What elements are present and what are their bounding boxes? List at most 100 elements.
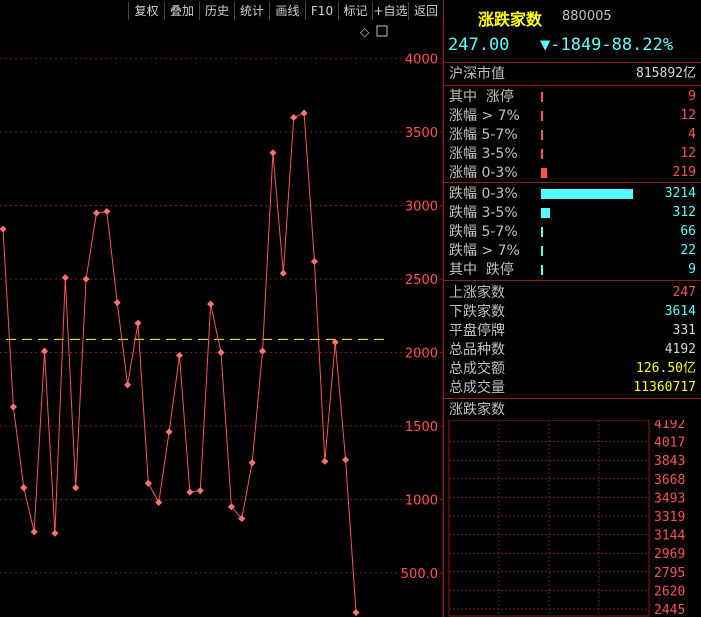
stat-label: 总成交量 [449, 380, 505, 396]
mini-tick-label: 3144 [654, 529, 685, 544]
toolbar: 复权 叠加 历史 统计 画线 F10 标记 +自选 返回 [0, 0, 443, 22]
y-tick-label: 3000 [405, 200, 438, 215]
stat-label: 下跌家数 [449, 304, 505, 320]
row-label: 涨幅 5-7% [449, 127, 518, 143]
data-point [165, 428, 173, 436]
distribution-row: 跌幅 5-7% 66 [444, 223, 701, 241]
data-point [134, 319, 142, 327]
stat-value: 3614 [664, 304, 696, 319]
row-bar [541, 265, 543, 275]
current-price: 247.00 [448, 35, 510, 55]
row-value: 66 [680, 224, 696, 239]
row-label: 跌幅 5-7% [449, 224, 518, 240]
y-tick-label: 4000 [405, 53, 438, 68]
data-point [248, 459, 256, 467]
mini-tick-label: 3319 [654, 510, 685, 525]
data-point [279, 269, 287, 277]
panel-code: 880005 [562, 9, 612, 24]
toolbar-button-3[interactable]: 统计 [234, 2, 269, 20]
data-point [92, 209, 100, 217]
distribution-row: 其中 跌停 9 [444, 261, 701, 279]
market-cap-row: 沪深市值 815892亿 [444, 65, 701, 83]
row-value: 9 [688, 262, 696, 277]
mini-tick-label: 3493 [654, 491, 685, 506]
mini-chart-title: 涨跌家数 [449, 402, 505, 418]
quote-panel: 涨跌家数 880005 247.00 ▼-1849-88.22% 沪深市值 81… [443, 0, 701, 617]
distribution-row: 其中 涨停 9 [444, 88, 701, 106]
distribution-row: 涨幅 3-5% 12 [444, 145, 701, 163]
row-value: 22 [680, 243, 696, 258]
toolbar-button-6[interactable]: 标记 [338, 2, 372, 20]
data-point [310, 257, 319, 266]
distribution-row: 跌幅 > 7% 22 [444, 242, 701, 260]
data-point [321, 457, 329, 465]
data-point [124, 381, 132, 389]
row-value: 9 [688, 89, 696, 104]
row-value: 312 [672, 205, 696, 220]
layout-toggle-icon[interactable] [376, 25, 388, 37]
divider [444, 85, 701, 86]
row-bar [541, 246, 543, 256]
mini-tick-label: 2795 [654, 566, 685, 581]
stat-row: 平盘停牌 331 [444, 322, 701, 340]
row-bar [541, 92, 543, 102]
divider [444, 398, 701, 399]
toolbar-button-1[interactable]: 叠加 [164, 2, 199, 20]
data-point [352, 609, 360, 617]
data-point [342, 456, 350, 464]
y-tick-label: 2000 [405, 347, 438, 362]
stat-label: 平盘停牌 [449, 323, 505, 339]
stat-row: 总成交额 126.50亿 [444, 360, 701, 378]
mini-tick-label: 2969 [654, 547, 685, 562]
y-tick-label: 1500 [405, 420, 438, 435]
distribution-row: 跌幅 3-5% 312 [444, 204, 701, 222]
price-change: ▼-1849-88.22% [540, 35, 674, 55]
stat-row: 总成交量 11360717 [444, 379, 701, 397]
data-point [186, 488, 194, 496]
row-value: 219 [672, 165, 696, 180]
row-value: 12 [680, 146, 696, 161]
row-label: 跌幅 0-3% [449, 186, 518, 202]
row-label: 涨幅 > 7% [449, 108, 520, 124]
data-point [269, 149, 277, 157]
row-label: 跌幅 > 7% [449, 243, 520, 259]
line-chart: ◇ 4000 3500 3000 2500 2000 1500 1000 500.0 [0, 22, 443, 617]
data-point [300, 109, 308, 117]
data-point [61, 274, 69, 282]
panel-title: 涨跌家数 [478, 10, 543, 29]
market-cap-value: 815892亿 [636, 66, 696, 81]
distribution-row: 跌幅 0-3% 3214 [444, 185, 701, 203]
row-bar [541, 208, 550, 218]
data-point [196, 487, 204, 495]
market-cap-label: 沪深市值 [449, 66, 505, 82]
distribution-row: 涨幅 0-3% 219 [444, 164, 701, 182]
data-point [82, 275, 90, 283]
diamond-icon[interactable]: ◇ [360, 25, 370, 39]
divider [444, 62, 701, 63]
toolbar-button-5[interactable]: F10 [305, 2, 338, 20]
stat-row: 总品种数 4192 [444, 341, 701, 359]
row-bar [541, 111, 543, 121]
toolbar-button-8[interactable]: 返回 [408, 2, 443, 20]
row-bar [541, 227, 543, 237]
stat-value: 247 [672, 285, 696, 300]
row-bar [541, 149, 543, 159]
row-value: 12 [680, 108, 696, 123]
row-label: 涨幅 3-5% [449, 146, 518, 162]
toolbar-button-0[interactable]: 复权 [128, 2, 164, 20]
mini-chart-title-row: 涨跌家数 [444, 401, 701, 419]
row-bar [541, 168, 547, 178]
stat-value: 126.50亿 [636, 361, 696, 376]
data-point [103, 207, 111, 216]
stat-label: 上涨家数 [449, 285, 505, 301]
toolbar-button-2[interactable]: 历史 [199, 2, 234, 20]
row-label: 其中 跌停 [449, 262, 514, 278]
row-value: 3214 [664, 186, 696, 201]
data-point [144, 479, 152, 487]
stat-label: 总成交额 [449, 361, 505, 377]
mini-tick-label: 3843 [654, 454, 685, 469]
toolbar-button-7[interactable]: +自选 [372, 2, 408, 20]
mini-tick-label: 2445 [654, 603, 685, 617]
row-label: 涨幅 0-3% [449, 165, 518, 181]
toolbar-button-4[interactable]: 画线 [269, 2, 305, 20]
